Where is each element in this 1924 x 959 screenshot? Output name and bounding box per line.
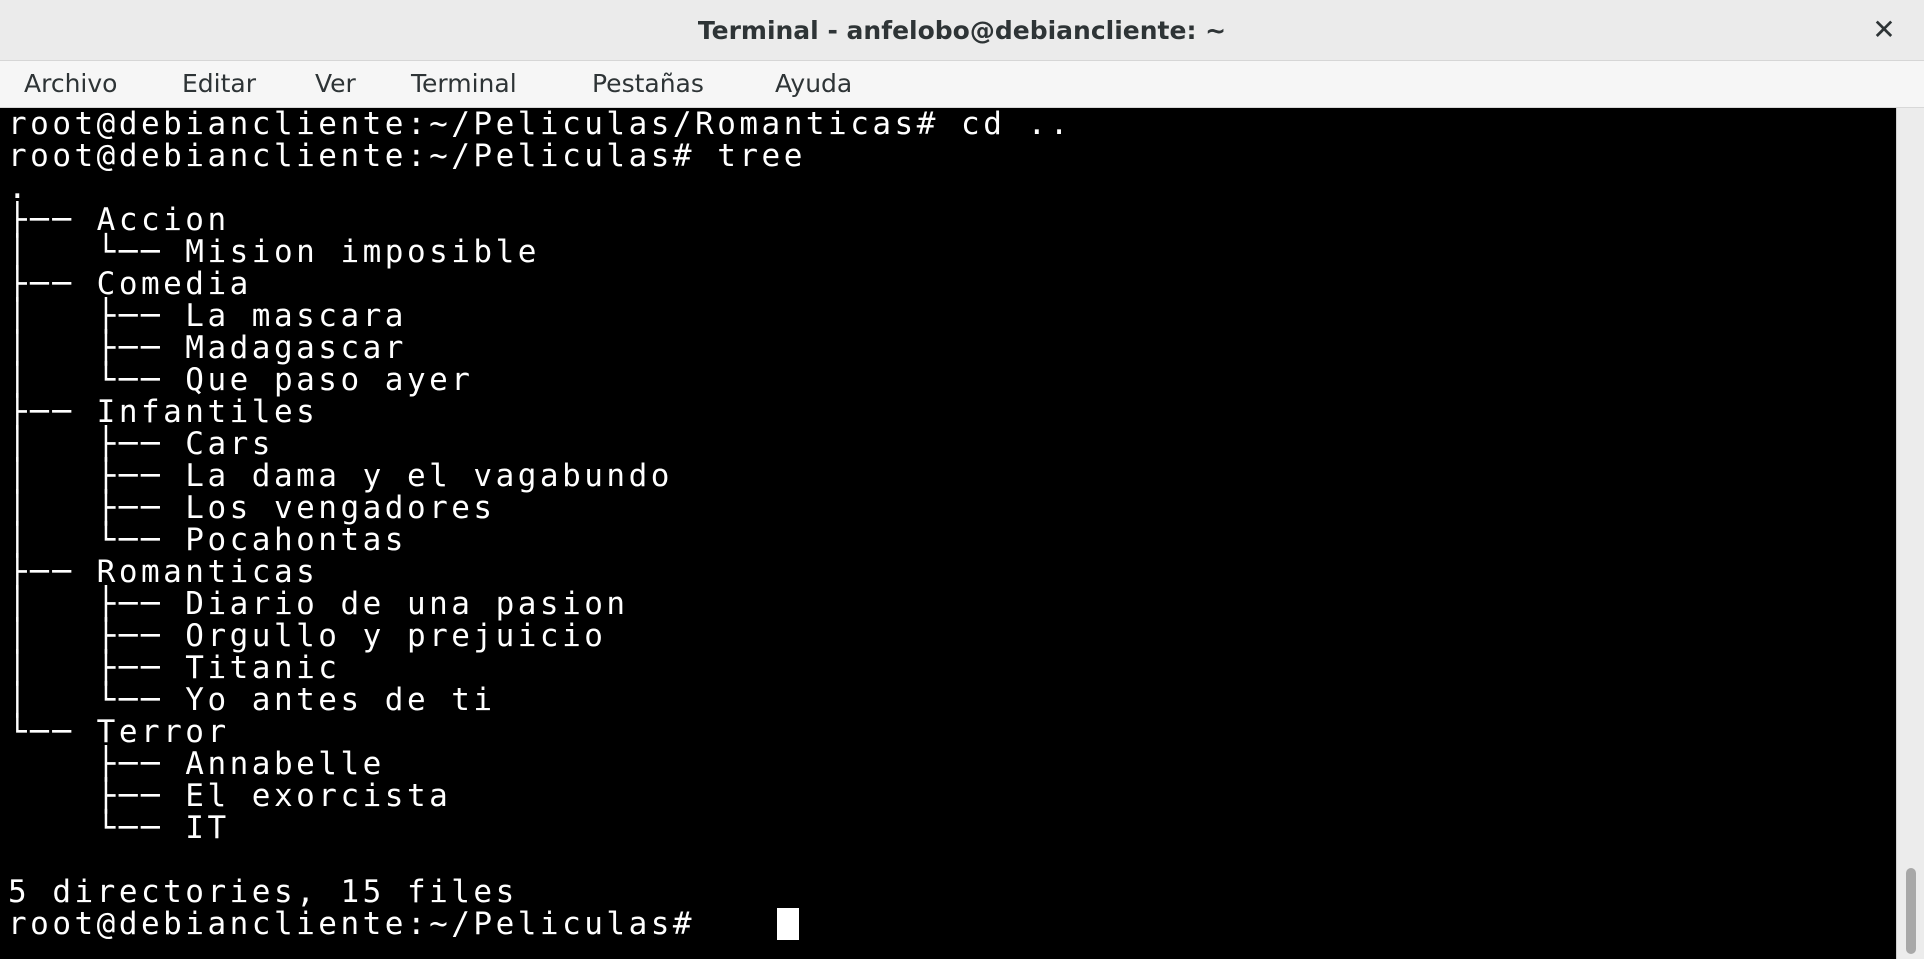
menu-ayuda[interactable]: Ayuda: [771, 61, 856, 107]
scrollbar-thumb[interactable]: [1906, 868, 1916, 954]
terminal-line: .: [8, 170, 31, 206]
terminal-line: │ └── Pocahontas: [8, 522, 407, 558]
terminal-line: │ ├── Cars: [8, 426, 274, 462]
terminal-prompt: root@debiancliente:~/Peliculas#: [8, 906, 718, 942]
menu-pestanas[interactable]: Pestañas: [588, 61, 708, 107]
terminal-line: │ └── Mision imposible: [8, 234, 540, 270]
terminal-line: │ ├── Los vengadores: [8, 490, 496, 526]
terminal-summary: 5 directories, 15 files: [8, 874, 518, 910]
terminal-line: root@debiancliente:~/Peliculas/Romantica…: [8, 108, 1072, 142]
terminal-output[interactable]: root@debiancliente:~/Peliculas/Romantica…: [0, 108, 1896, 959]
terminal-line: ├── Comedia: [8, 266, 252, 302]
terminal-line: │ └── Que paso ayer: [8, 362, 474, 398]
terminal-line: ├── Infantiles: [8, 394, 319, 430]
terminal-line: └── IT: [8, 810, 230, 846]
title-bar[interactable]: Terminal - anfelobo@debiancliente: ~ ✕: [0, 0, 1924, 61]
menu-ver[interactable]: Ver: [311, 61, 360, 107]
terminal-line: │ ├── La dama y el vagabundo: [8, 458, 673, 494]
menu-archivo[interactable]: Archivo: [20, 61, 121, 107]
terminal-line: │ ├── Orgullo y prejuicio: [8, 618, 607, 654]
terminal-line: ├── Romanticas: [8, 554, 319, 590]
terminal-line: │ └── Yo antes de ti: [8, 682, 496, 718]
menu-terminal[interactable]: Terminal: [407, 61, 521, 107]
terminal-line: └── Terror: [8, 714, 230, 750]
terminal-line: ├── Annabelle: [8, 746, 385, 782]
menu-bar: Archivo Editar Ver Terminal Pestañas Ayu…: [0, 61, 1924, 108]
terminal-line: │ ├── Titanic: [8, 650, 341, 686]
close-icon: ✕: [1872, 13, 1896, 46]
close-button[interactable]: ✕: [1864, 10, 1904, 50]
terminal-line: │ ├── La mascara: [8, 298, 407, 334]
terminal-window: Terminal - anfelobo@debiancliente: ~ ✕ A…: [0, 0, 1924, 959]
terminal-line: ├── Accion: [8, 202, 230, 238]
terminal-line: │ ├── Diario de una pasion: [8, 586, 629, 622]
terminal-line: │ ├── Madagascar: [8, 330, 407, 366]
window-title: Terminal - anfelobo@debiancliente: ~: [697, 16, 1227, 45]
terminal-scrollbar[interactable]: [1896, 108, 1924, 959]
menu-editar[interactable]: Editar: [178, 61, 260, 107]
terminal-line: root@debiancliente:~/Peliculas# tree: [8, 138, 806, 174]
terminal-line: ├── El exorcista: [8, 778, 452, 814]
text-cursor: [777, 908, 799, 940]
